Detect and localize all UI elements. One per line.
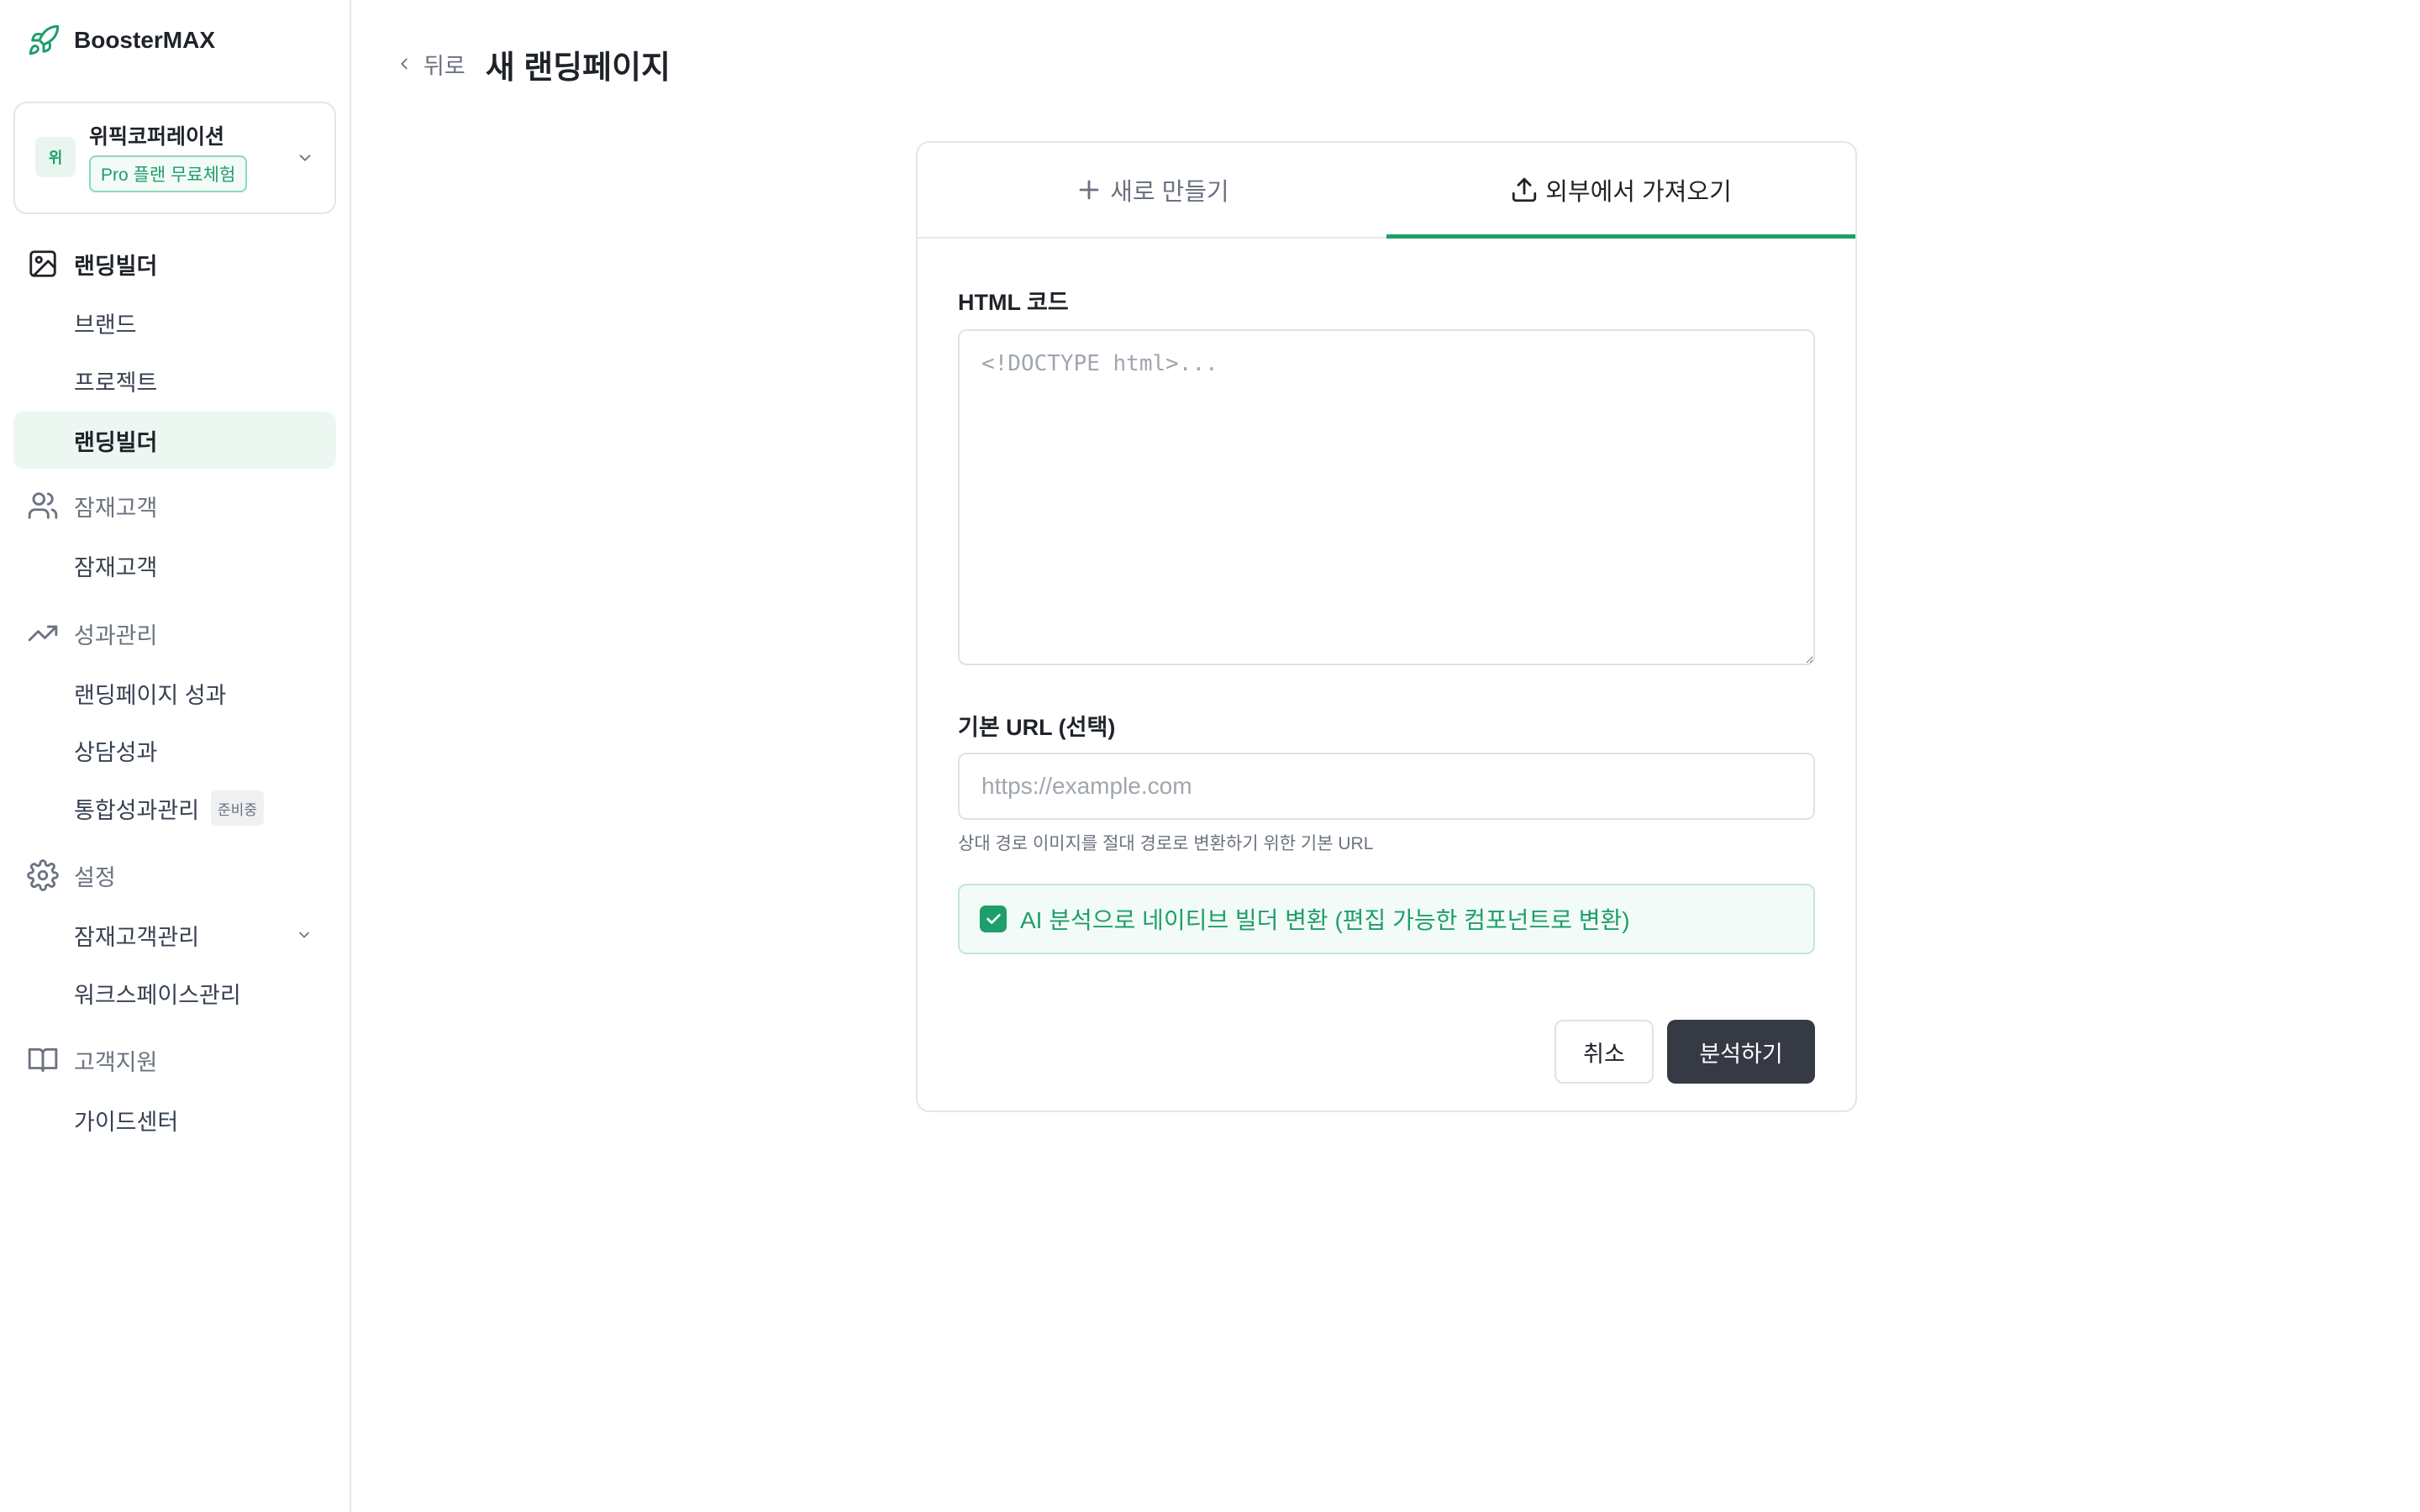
sidebar-item-lead-management[interactable]: 잠재고객관리 bbox=[13, 906, 336, 963]
html-code-label: HTML 코드 bbox=[958, 290, 1069, 315]
plus-icon bbox=[1079, 180, 1099, 200]
coming-soon-badge: 준비중 bbox=[211, 790, 264, 826]
plan-badge: Pro 플랜 무료체험 bbox=[89, 155, 248, 192]
base-url-hint: 상대 경로 이미지를 절대 경로로 변환하기 위한 기본 URL bbox=[958, 834, 1374, 853]
chevron-down-icon bbox=[299, 932, 309, 938]
sidebar-item-project[interactable]: 프로젝트 bbox=[13, 352, 336, 409]
sidebar-item-consult-performance[interactable]: 상담성과 bbox=[13, 722, 336, 779]
chevron-left-icon bbox=[401, 58, 408, 70]
tab-import-external[interactable]: 외부에서 가져오기 bbox=[1386, 143, 1855, 239]
base-url-input[interactable] bbox=[958, 753, 1815, 820]
sidebar-item-integrated-performance[interactable]: 통합성과관리 준비중 bbox=[13, 780, 336, 837]
sidebar-section-label: 고객지원 bbox=[74, 1049, 158, 1075]
brand[interactable]: BoosterMAX bbox=[27, 22, 215, 59]
tab-label: 새로 만들기 bbox=[1110, 179, 1229, 206]
analyze-button[interactable]: 분석하기 bbox=[1667, 1020, 1815, 1084]
sidebar: BoosterMAX 위 위픽코퍼레이션 Pro 플랜 무료체험 랜딩빌더 브랜… bbox=[0, 0, 351, 1512]
back-button[interactable]: 뒤로 bbox=[395, 48, 466, 81]
sidebar-item-landing-builder[interactable]: 랜딩빌더 bbox=[13, 412, 336, 469]
workspace-avatar: 위 bbox=[35, 137, 76, 177]
cancel-button[interactable]: 취소 bbox=[1555, 1020, 1654, 1084]
tab-create-new[interactable]: 새로 만들기 bbox=[918, 143, 1386, 237]
sidebar-section-label: 성과관리 bbox=[74, 622, 158, 648]
sidebar-item-leads[interactable]: 잠재고객 bbox=[13, 537, 336, 594]
workspace-switcher[interactable]: 위 위픽코퍼레이션 Pro 플랜 무료체험 bbox=[13, 102, 336, 214]
sidebar-item-workspace-management[interactable]: 워크스페이스관리 bbox=[13, 964, 336, 1021]
brand-name: BoosterMAX bbox=[74, 27, 216, 53]
check-icon bbox=[986, 914, 1001, 924]
tab-label: 외부에서 가져오기 bbox=[1545, 179, 1732, 206]
sidebar-section-label: 랜딩빌더 bbox=[74, 253, 158, 279]
sidebar-item-guide-center[interactable]: 가이드센터 bbox=[13, 1091, 336, 1148]
back-label: 뒤로 bbox=[424, 53, 466, 79]
sidebar-item-label: 잠재고객관리 bbox=[74, 924, 200, 950]
sidebar-section-leads[interactable]: 잠재고객 bbox=[27, 487, 157, 524]
sidebar-section-label: 설정 bbox=[74, 864, 116, 890]
ai-convert-checkbox[interactable] bbox=[980, 906, 1007, 932]
rocket-icon bbox=[29, 24, 60, 55]
upload-icon bbox=[1512, 177, 1537, 202]
image-icon bbox=[29, 250, 56, 277]
sidebar-item-landing-performance[interactable]: 랜딩페이지 성과 bbox=[13, 664, 336, 722]
sidebar-section-label: 잠재고객 bbox=[74, 495, 158, 521]
gear-icon bbox=[27, 859, 59, 891]
sidebar-section-performance[interactable]: 성과관리 bbox=[27, 615, 157, 652]
workspace-name: 위픽코퍼레이션 bbox=[89, 125, 225, 149]
trending-up-icon bbox=[28, 625, 58, 642]
users-icon bbox=[28, 492, 58, 519]
book-icon bbox=[28, 1047, 58, 1073]
ai-convert-label: AI 분석으로 네이티브 빌더 변환 (편집 가능한 컴포넌트로 변환) bbox=[1020, 907, 1630, 933]
sidebar-item-brand[interactable]: 브랜드 bbox=[13, 294, 336, 351]
ai-convert-option[interactable]: AI 분석으로 네이티브 빌더 변환 (편집 가능한 컴포넌트로 변환) bbox=[958, 884, 1815, 954]
html-code-textarea[interactable] bbox=[958, 329, 1815, 665]
sidebar-item-label: 통합성과관리 bbox=[74, 797, 200, 823]
sidebar-section-support[interactable]: 고객지원 bbox=[27, 1042, 157, 1079]
chevron-down-icon bbox=[299, 155, 311, 161]
page-title: 새 랜딩페이지 bbox=[485, 50, 671, 86]
base-url-label: 기본 URL (선택) bbox=[958, 715, 1116, 740]
sidebar-section-settings[interactable]: 설정 bbox=[27, 857, 116, 894]
tab-bar: 새로 만들기 외부에서 가져오기 bbox=[918, 143, 1855, 239]
page-header: 뒤로 새 랜딩페이지 bbox=[395, 42, 671, 86]
sidebar-section-landing-builder[interactable]: 랜딩빌더 bbox=[27, 245, 157, 282]
new-landing-card: 새로 만들기 외부에서 가져오기 HTML 코드 기본 URL (선택) 상대 … bbox=[916, 141, 1857, 1112]
